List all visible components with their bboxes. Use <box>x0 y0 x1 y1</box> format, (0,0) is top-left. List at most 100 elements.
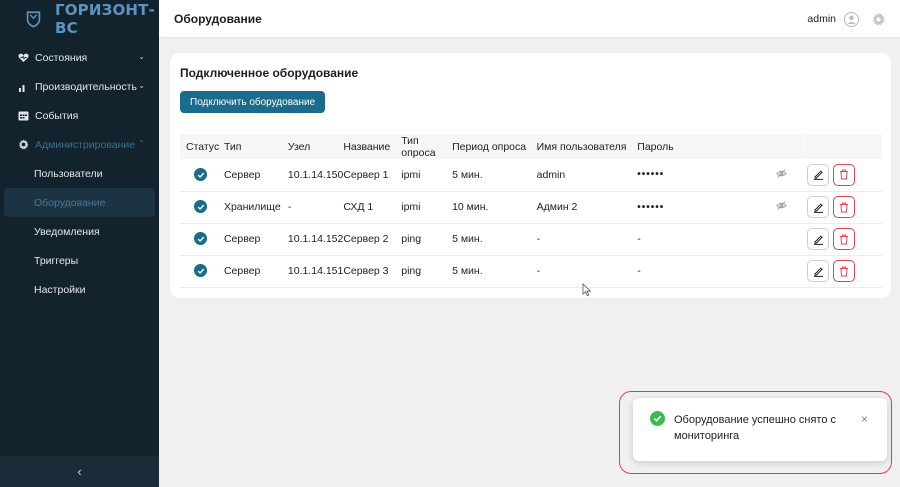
mouse-cursor-icon <box>582 283 592 297</box>
row-actions <box>804 260 882 282</box>
eye-off-icon[interactable] <box>776 200 788 211</box>
username[interactable]: admin <box>807 13 836 25</box>
trash-icon <box>840 234 849 244</box>
delete-button[interactable] <box>833 260 856 282</box>
edit-button[interactable] <box>807 196 830 218</box>
table-header-row: Статус Тип Узел Название Тип опроса Пери… <box>180 134 882 159</box>
sidebar-nav: Состояния ⌄ Производительность ⌄ События… <box>0 43 159 304</box>
name-cell: СХД 1 <box>343 201 374 213</box>
password-cell: - <box>637 233 641 245</box>
name-cell: Сервер 3 <box>343 265 389 277</box>
trash-icon <box>840 266 849 276</box>
edit-button[interactable] <box>807 163 830 186</box>
node-cell: 10.1.14.150 <box>287 168 344 181</box>
node-cell: - <box>287 201 292 213</box>
page-title: Оборудование <box>174 11 262 26</box>
status-check-icon <box>194 232 207 246</box>
sidebar-item-administration[interactable]: Администрирование ⌃ <box>0 130 159 159</box>
sidebar: ГОРИЗОНТ-ВС Состояния ⌄ Производительнос… <box>0 0 159 487</box>
column-header-password[interactable]: Пароль <box>637 134 776 159</box>
visibility-cell <box>776 223 804 255</box>
header-user-area: admin <box>807 0 886 38</box>
sidebar-item-label: Производительность <box>35 80 137 93</box>
status-cell <box>180 223 224 255</box>
table-row[interactable]: Сервер 10.1.14.150 Сервер 1 ipmi 5 мин. … <box>180 159 882 191</box>
table-row[interactable]: Хранилище - СХД 1 ipmi 10 мин. Админ 2 •… <box>180 191 882 223</box>
password-cell: - <box>637 265 641 277</box>
close-icon[interactable]: × <box>861 412 868 426</box>
edit-button[interactable] <box>807 228 830 250</box>
sidebar-subitem-triggers[interactable]: Триггеры <box>0 246 159 275</box>
poll-period-cell: 5 мин. <box>452 168 483 181</box>
chevron-down-icon: ⌄ <box>138 81 145 90</box>
sidebar-subitem-settings[interactable]: Настройки <box>0 275 159 304</box>
delete-button[interactable] <box>833 163 856 186</box>
visibility-cell <box>776 191 804 223</box>
pencil-icon <box>813 170 823 181</box>
column-header-node[interactable]: Узел <box>288 134 343 159</box>
table-row[interactable]: Сервер 10.1.14.151 Сервер 3 ping 5 мин. … <box>180 255 882 287</box>
username-cell: Админ 2 <box>536 201 578 213</box>
heart-pulse-icon <box>17 52 29 64</box>
actions-cell <box>804 191 882 223</box>
status-check-icon <box>194 200 207 214</box>
pencil-icon <box>813 202 823 213</box>
pencil-icon <box>813 266 823 277</box>
column-header-type[interactable]: Тип <box>224 134 288 159</box>
connect-equipment-button[interactable]: Подключить оборудование <box>180 91 326 113</box>
chevron-up-icon: ⌃ <box>138 139 145 148</box>
success-toast: Оборудование успешно снято с мониторинга… <box>633 398 887 461</box>
type-cell: Хранилище <box>223 201 281 213</box>
sidebar-collapse-button[interactable]: ‹ <box>0 456 159 487</box>
poll-type-cell: ping <box>401 233 422 245</box>
name-cell: Сервер 2 <box>343 233 389 245</box>
sidebar-subitem-users[interactable]: Пользователи <box>0 159 159 188</box>
column-header-poll-period[interactable]: Период опроса <box>452 134 537 159</box>
top-header: Оборудование admin <box>159 0 900 38</box>
status-cell <box>180 191 224 223</box>
column-header-name[interactable]: Название <box>343 134 401 159</box>
sidebar-subitem-equipment[interactable]: Оборудование <box>4 188 155 217</box>
column-header-username[interactable]: Имя пользователя <box>537 134 638 159</box>
poll-period-cell: 10 мин. <box>452 201 489 213</box>
calendar-icon <box>17 110 29 122</box>
toast-message: Оборудование успешно снято с мониторинга <box>674 414 837 442</box>
column-header-poll-type[interactable]: Тип опроса <box>401 134 452 159</box>
trash-icon <box>840 202 849 212</box>
delete-button[interactable] <box>833 196 856 218</box>
bar-chart-icon <box>17 81 29 93</box>
eye-off-icon[interactable] <box>776 168 788 179</box>
type-cell: Сервер <box>223 265 261 277</box>
name-cell: Сервер 1 <box>343 168 389 181</box>
settings-gear-icon[interactable] <box>871 12 886 27</box>
row-actions <box>804 228 882 250</box>
table-row[interactable]: Сервер 10.1.14.152 Сервер 2 ping 5 мин. … <box>180 223 882 255</box>
sidebar-item-label: События <box>35 109 79 122</box>
column-header-status[interactable]: Статус <box>180 134 224 159</box>
logo[interactable]: ГОРИЗОНТ-ВС <box>0 0 159 38</box>
sidebar-subitem-notifications[interactable]: Уведомления <box>0 217 159 246</box>
actions-cell <box>804 255 882 287</box>
chevron-left-icon: ‹ <box>77 464 82 479</box>
actions-cell <box>804 159 882 191</box>
user-avatar-icon[interactable] <box>844 11 859 27</box>
status-check-icon <box>194 264 207 278</box>
success-check-icon <box>650 411 665 426</box>
sidebar-item-performance[interactable]: Производительность ⌄ <box>0 72 159 101</box>
trash-icon <box>840 169 849 180</box>
visibility-cell <box>776 255 804 287</box>
equipment-table: Статус Тип Узел Название Тип опроса Пери… <box>180 134 882 288</box>
gear-icon <box>17 139 29 151</box>
poll-type-cell: ping <box>401 265 422 277</box>
poll-type-cell: ipmi <box>401 201 421 213</box>
logo-text: ГОРИЗОНТ-ВС <box>54 1 156 37</box>
status-check-icon <box>194 168 207 181</box>
edit-button[interactable] <box>807 260 830 282</box>
sidebar-item-label: Администрирование <box>35 138 136 151</box>
sidebar-item-events[interactable]: События <box>0 101 159 130</box>
username-cell: admin <box>536 168 566 181</box>
sidebar-item-states[interactable]: Состояния ⌄ <box>0 43 159 72</box>
delete-button[interactable] <box>833 228 856 250</box>
poll-type-cell: ipmi <box>401 168 421 181</box>
equipment-card: Подключенное оборудование Подключить обо… <box>170 53 891 298</box>
